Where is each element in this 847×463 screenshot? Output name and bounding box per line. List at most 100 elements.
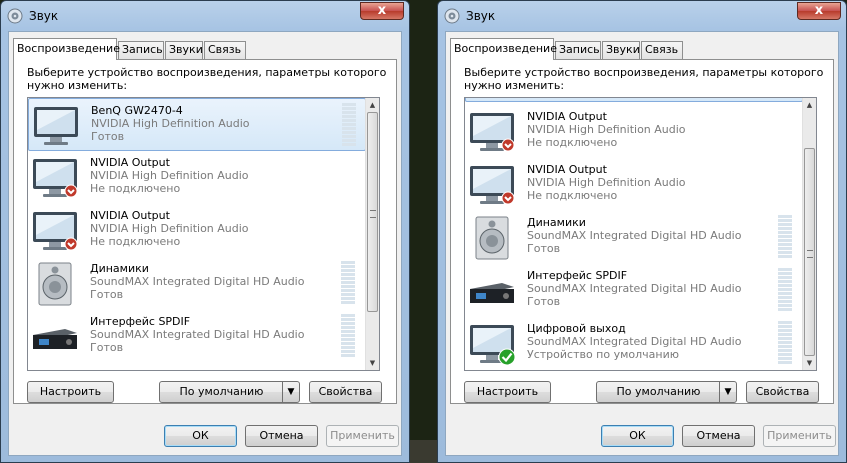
device-list[interactable]: BenQ GW2470-4 NVIDIA High Definition Audi… xyxy=(27,97,380,371)
device-driver: NVIDIA High Definition Audio xyxy=(90,222,249,235)
sound-window-left: Звук x Воспроизведение Запись Звуки Связь В… xyxy=(0,0,410,463)
spdif-icon xyxy=(31,315,79,359)
scroll-down-icon[interactable]: ▼ xyxy=(366,356,379,370)
tab-3[interactable]: Связь xyxy=(641,41,683,59)
device-name: NVIDIA Output xyxy=(90,209,170,222)
apply-button[interactable]: Применить xyxy=(763,425,836,447)
close-button[interactable]: x xyxy=(797,2,841,20)
device-status: Готов xyxy=(527,295,561,308)
scroll-up-icon[interactable]: ▲ xyxy=(803,98,816,112)
instruction-text: Выберите устройство воспроизведения, пар… xyxy=(27,66,387,92)
device-row[interactable]: Динамики SoundMAX Integrated Digital HD A… xyxy=(28,257,366,310)
device-status: Не подключено xyxy=(527,136,618,149)
device-row[interactable]: NVIDIA Output NVIDIA High Definition Audi… xyxy=(28,151,366,204)
monitor-icon xyxy=(468,322,516,366)
device-list-scrollbar[interactable]: ▲ ▼ xyxy=(802,98,816,370)
sound-window-right: Звук x Воспроизведение Запись Звуки Связь В… xyxy=(437,0,847,463)
volume-meter xyxy=(778,268,792,312)
device-name: Цифровой выход xyxy=(527,322,626,335)
monitor-icon xyxy=(468,110,516,154)
device-name: Динамики xyxy=(527,216,586,229)
cancel-button[interactable]: Отмена xyxy=(682,425,755,447)
grip-icon xyxy=(807,250,813,258)
properties-button[interactable]: Свойства xyxy=(746,381,819,403)
speaker-icon xyxy=(31,262,79,306)
volume-meter xyxy=(341,314,355,358)
dropdown-arrow-icon[interactable]: ▼ xyxy=(282,382,299,402)
device-status: Готов xyxy=(91,130,125,143)
device-name: Динамики xyxy=(90,262,149,275)
scroll-up-icon[interactable]: ▲ xyxy=(366,98,379,112)
tab-2[interactable]: Звуки xyxy=(165,41,203,59)
close-icon: x xyxy=(814,3,824,18)
tab-0[interactable]: Воспроизведение xyxy=(450,38,557,60)
set-default-button[interactable]: По умолчанию ▼ xyxy=(159,381,300,403)
tab-1[interactable]: Запись xyxy=(555,41,601,59)
device-row[interactable]: Цифровой выход SoundMAX Integrated Digita… xyxy=(465,317,803,370)
device-name: BenQ GW2470-4 xyxy=(91,104,183,117)
device-list-scrollbar[interactable]: ▲ ▼ xyxy=(365,98,379,370)
configure-button[interactable]: Настроить xyxy=(464,381,551,403)
speaker-title-icon xyxy=(7,8,23,24)
speaker-title-icon xyxy=(444,8,460,24)
device-row[interactable]: Интерфейс SPDIF SoundMAX Integrated Digit… xyxy=(28,310,366,363)
disconnected-icon xyxy=(64,184,78,198)
instruction-text: Выберите устройство воспроизведения, пар… xyxy=(464,66,824,92)
device-row[interactable]: NVIDIA Output NVIDIA High Definition Audi… xyxy=(465,105,803,158)
close-icon: x xyxy=(377,3,387,18)
playback-panel: Выберите устройство воспроизведения, пар… xyxy=(450,59,834,404)
volume-meter xyxy=(341,261,355,305)
speaker-icon xyxy=(468,216,516,260)
set-default-button[interactable]: По умолчанию ▼ xyxy=(596,381,737,403)
device-row[interactable]: NVIDIA Output NVIDIA High Definition Audi… xyxy=(465,158,803,211)
scroll-thumb[interactable] xyxy=(804,148,815,356)
window-title: Звук xyxy=(466,9,496,23)
monitor-icon xyxy=(32,104,80,148)
tab-0[interactable]: Воспроизведение xyxy=(13,38,120,60)
dropdown-arrow-icon[interactable]: ▼ xyxy=(719,382,736,402)
title-bar[interactable]: Звук x xyxy=(438,1,846,31)
device-row-partial[interactable] xyxy=(465,98,803,102)
close-button[interactable]: x xyxy=(360,2,404,20)
scroll-down-icon[interactable]: ▼ xyxy=(803,356,816,370)
configure-button[interactable]: Настроить xyxy=(27,381,114,403)
spdif-icon xyxy=(468,269,516,313)
device-row[interactable]: Динамики SoundMAX Integrated Digital HD A… xyxy=(465,211,803,264)
volume-meter xyxy=(342,103,356,147)
cancel-button[interactable]: Отмена xyxy=(245,425,318,447)
set-default-label: По умолчанию xyxy=(616,385,701,398)
title-bar[interactable]: Звук x xyxy=(1,1,409,31)
tab-2[interactable]: Звуки xyxy=(602,41,640,59)
playback-panel: Выберите устройство воспроизведения, пар… xyxy=(13,59,397,404)
device-name: Интерфейс SPDIF xyxy=(90,315,191,328)
device-driver: SoundMAX Integrated Digital HD Audio xyxy=(90,275,305,288)
ok-button[interactable]: ОК xyxy=(164,425,237,447)
tab-3[interactable]: Связь xyxy=(204,41,246,59)
device-status: Не подключено xyxy=(527,189,618,202)
apply-button[interactable]: Применить xyxy=(326,425,399,447)
device-driver: NVIDIA High Definition Audio xyxy=(90,169,249,182)
device-status: Не подключено xyxy=(90,235,181,248)
device-list[interactable]: NVIDIA Output NVIDIA High Definition Audi… xyxy=(464,97,817,371)
dialog-client: Воспроизведение Запись Звуки Связь Выберите… xyxy=(8,31,402,456)
set-default-label: По умолчанию xyxy=(179,385,264,398)
tab-1[interactable]: Запись xyxy=(118,41,164,59)
device-driver: SoundMAX Integrated Digital HD Audio xyxy=(527,229,742,242)
dialog-client: Воспроизведение Запись Звуки Связь Выберите… xyxy=(445,31,839,456)
scroll-thumb[interactable] xyxy=(367,112,378,312)
window-title: Звук xyxy=(29,9,59,23)
device-row[interactable]: BenQ GW2470-4 NVIDIA High Definition Audi… xyxy=(28,98,366,151)
device-driver: SoundMAX Integrated Digital HD Audio xyxy=(527,282,742,295)
monitor-icon xyxy=(31,209,79,253)
device-status: Готов xyxy=(527,242,561,255)
ok-button[interactable]: ОК xyxy=(601,425,674,447)
device-name: NVIDIA Output xyxy=(527,110,607,123)
device-row[interactable]: Интерфейс SPDIF SoundMAX Integrated Digit… xyxy=(465,264,803,317)
disconnected-icon xyxy=(64,237,78,251)
properties-button[interactable]: Свойства xyxy=(309,381,382,403)
device-status: Устройство по умолчанию xyxy=(527,348,680,361)
device-name: NVIDIA Output xyxy=(527,163,607,176)
device-row[interactable]: NVIDIA Output NVIDIA High Definition Audi… xyxy=(28,204,366,257)
disconnected-icon xyxy=(501,191,515,205)
device-status: Готов xyxy=(90,341,124,354)
